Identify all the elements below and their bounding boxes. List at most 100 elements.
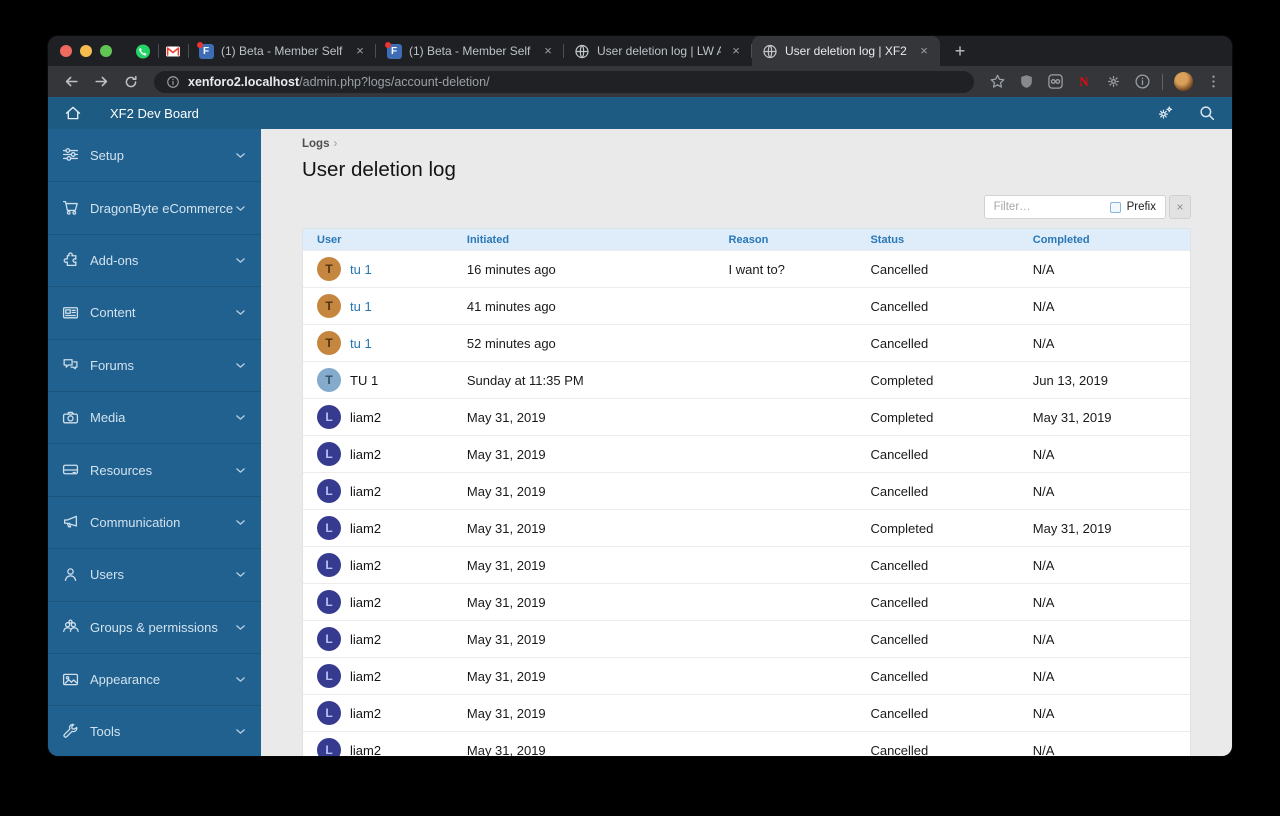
bookmark-star-icon[interactable] [988,73,1006,91]
sidebar-item-setup[interactable]: Setup [48,129,261,181]
sidebar-item-media[interactable]: Media [48,390,261,443]
table-row: Lliam2 May 31, 2019 Completed May 31, 2019 [303,509,1190,546]
chevron-down-icon [234,359,247,372]
reload-button[interactable] [118,69,144,95]
admin-body: Setup DragonByte eCommerce Add-ons Content F… [48,129,1232,756]
status-cell: Cancelled [870,446,929,462]
ublock-extension-icon[interactable] [1017,73,1035,91]
user-avatar[interactable]: L [317,627,341,651]
xenforo-favicon: F [384,41,402,59]
toolbar-separator [1162,73,1163,90]
sidebar-item-resources[interactable]: Resources [48,443,261,495]
chevron-down-icon [234,254,247,267]
close-window-button[interactable] [60,45,72,57]
new-tab-button[interactable]: + [946,37,974,65]
user-cell: Ttu 1 [303,294,453,318]
forward-button[interactable] [88,69,114,95]
sidebar-item-users[interactable]: Users [48,548,261,600]
sidebar-item-add-ons[interactable]: Add-ons [48,233,261,286]
address-bar[interactable]: xenforo2.localhost/admin.php?logs/accoun… [154,70,974,93]
infinity-extension-icon[interactable] [1046,73,1064,91]
user-avatar[interactable]: T [317,331,341,355]
breadcrumb-logs-link[interactable]: Logs [302,138,329,150]
initiated-cell: 52 minutes ago [466,335,556,351]
user-avatar[interactable]: L [317,442,341,466]
user-avatar[interactable]: T [317,368,341,392]
search-icon[interactable] [1198,104,1216,122]
status-cell: Completed [870,372,934,388]
pinned-tab[interactable] [158,36,189,66]
completed-cell: N/A [1032,631,1055,647]
tab[interactable]: F (1) Beta - Member Self Delete × [188,36,376,66]
initiated-cell: May 31, 2019 [466,742,546,757]
completed-cell: N/A [1032,557,1055,573]
board-title[interactable]: XF2 Dev Board [110,106,199,121]
sidebar-item-content[interactable]: Content [48,286,261,338]
user-avatar[interactable]: L [317,738,341,756]
gear-extension-icon[interactable] [1104,73,1122,91]
user-cell: Lliam2 [303,442,453,466]
sidebar-item-forums[interactable]: Forums [48,338,261,391]
profile-avatar[interactable] [1174,72,1193,91]
prefix-option[interactable]: Prefix [1101,196,1165,218]
chevron-down-icon [234,411,247,424]
tab[interactable]: User deletion log | LW Addons × [564,36,752,66]
admin-sidebar: Setup DragonByte eCommerce Add-ons Content F… [48,129,261,756]
user-avatar[interactable]: L [317,664,341,688]
menu-kebab-icon[interactable] [1204,73,1222,91]
table-row: Lliam2 May 31, 2019 Cancelled N/A [303,546,1190,583]
page-info-icon[interactable] [166,75,180,89]
user-avatar[interactable]: L [317,479,341,503]
tab-close-icon[interactable]: × [540,43,556,59]
initiated-cell: Sunday at 11:35 PM [466,372,584,388]
pinned-tab[interactable] [128,36,159,66]
sidebar-item-label: DragonByte eCommerce [90,200,234,216]
gmail-icon [165,43,181,59]
user-avatar[interactable]: L [317,553,341,577]
comments-icon [62,356,80,374]
completed-cell: N/A [1032,668,1055,684]
sidebar-item-tools[interactable]: Tools [48,705,261,756]
username-link[interactable]: tu 1 [350,262,372,277]
completed-cell: N/A [1032,335,1055,351]
user-cell: Lliam2 [303,627,453,651]
tab-close-icon[interactable]: × [352,43,368,59]
sidebar-item-appearance[interactable]: Appearance [48,652,261,705]
table-body: Ttu 1 16 minutes ago I want to? Cancelled N/… [303,250,1190,756]
user-group-icon [62,618,80,636]
username-link[interactable]: tu 1 [350,299,372,314]
user-avatar[interactable]: L [317,590,341,614]
prefix-checkbox[interactable] [1109,201,1121,213]
user-avatar[interactable]: L [317,405,341,429]
tab-active[interactable]: User deletion log | XF2 Dev Bo × [752,36,940,66]
tab-close-icon[interactable]: × [728,43,744,59]
back-button[interactable] [58,69,84,95]
column-header-status: Status [870,233,905,246]
zoom-window-button[interactable] [100,45,112,57]
minimize-window-button[interactable] [80,45,92,57]
sidebar-item-communication[interactable]: Communication [48,495,261,548]
toolbar-actions: N [984,72,1222,91]
home-icon[interactable] [64,104,82,122]
user-avatar[interactable]: T [317,294,341,318]
sidebar-item-groups-permissions[interactable]: Groups & permissions [48,600,261,653]
user-cell: Lliam2 [303,553,453,577]
sidebar-item-dragonbyte-ecommerce[interactable]: DragonByte eCommerce [48,181,261,233]
tab-close-icon[interactable]: × [916,43,932,59]
clear-filter-button[interactable]: × [1169,195,1191,219]
gears-icon[interactable] [1156,104,1174,122]
info-extension-icon[interactable] [1133,73,1151,91]
chevron-down-icon [234,464,247,477]
sidebar-item-label: Media [90,410,126,426]
netflix-extension-icon[interactable]: N [1075,73,1093,91]
username-link[interactable]: tu 1 [350,336,372,351]
username-text: liam2 [350,668,382,684]
filter-input[interactable] [984,201,1101,213]
prefix-label: Prefix [1126,201,1156,213]
user-avatar[interactable]: L [317,516,341,540]
user-avatar[interactable]: L [317,701,341,725]
filter-box: Prefix [983,195,1166,219]
chevron-down-icon [234,306,247,319]
tab[interactable]: F (1) Beta - Member Self Delete | × [376,36,564,66]
user-avatar[interactable]: T [317,257,341,281]
